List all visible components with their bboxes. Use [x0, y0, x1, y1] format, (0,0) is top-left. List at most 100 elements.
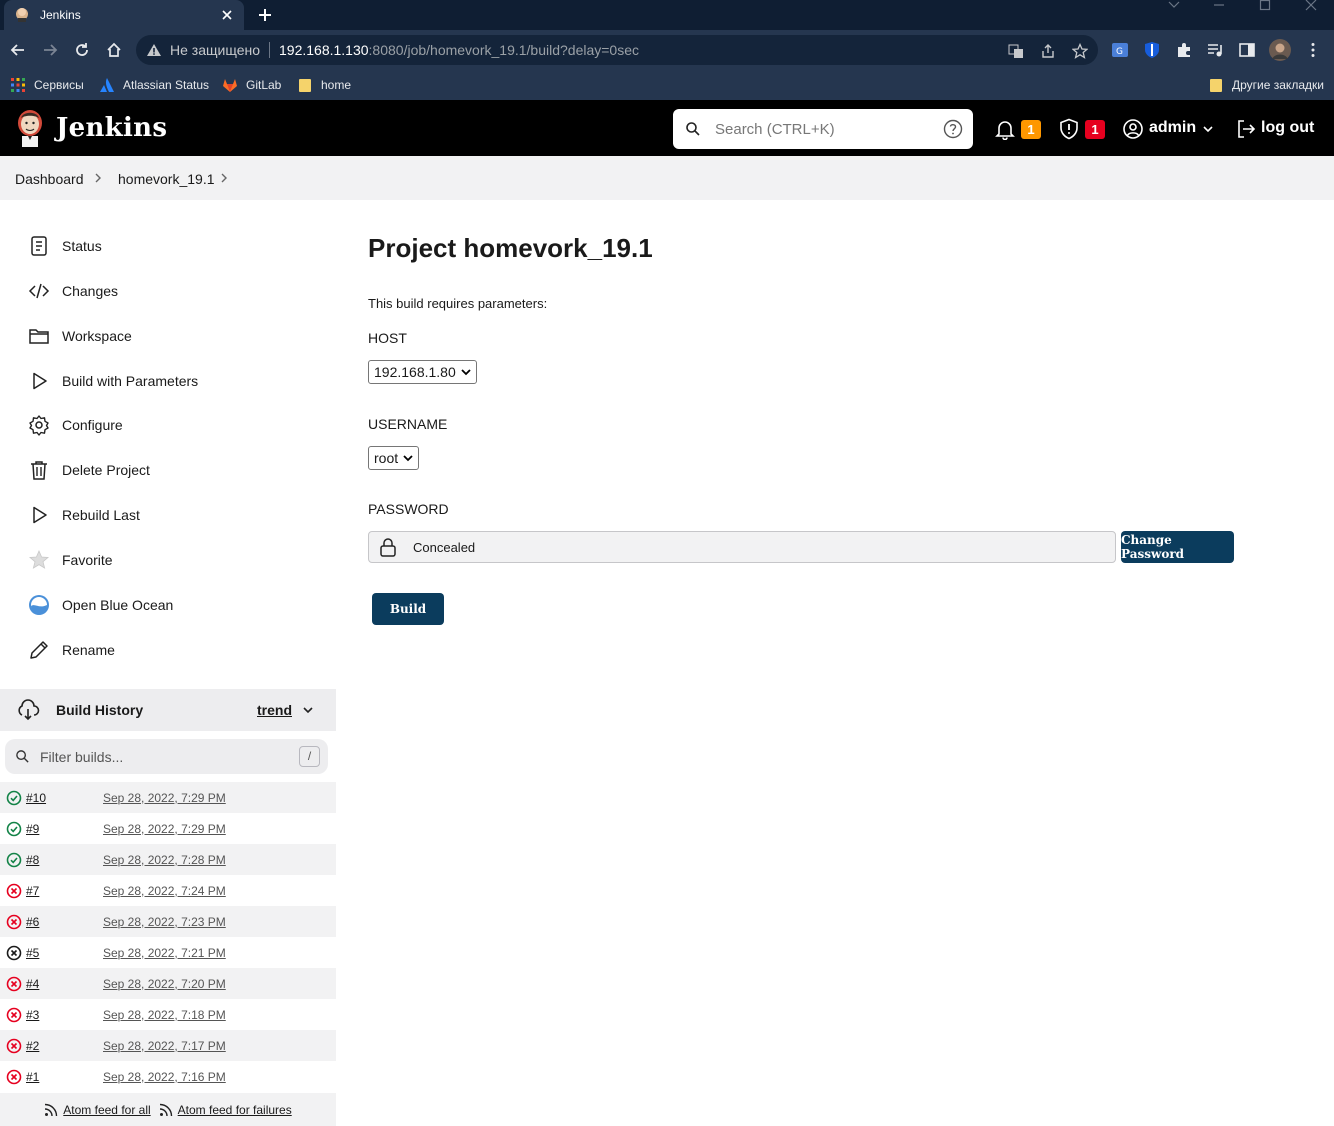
- notifications-badge[interactable]: 1: [1021, 120, 1041, 139]
- help-icon[interactable]: [943, 119, 963, 139]
- failed-x-icon[interactable]: [6, 1007, 22, 1023]
- profile-avatar-icon[interactable]: [1269, 39, 1291, 61]
- filter-builds-input[interactable]: [40, 748, 299, 765]
- bell-icon[interactable]: [994, 118, 1016, 140]
- play-icon: [28, 504, 50, 526]
- more-menu-icon[interactable]: [1304, 41, 1322, 59]
- change-password-button[interactable]: Change Password: [1121, 531, 1234, 563]
- user-icon[interactable]: [1122, 118, 1144, 140]
- bookmark-home[interactable]: home: [297, 77, 351, 93]
- success-check-icon[interactable]: [6, 821, 22, 837]
- failed-x-icon[interactable]: [6, 914, 22, 930]
- username-select[interactable]: root: [368, 446, 420, 470]
- build-button[interactable]: Build: [372, 593, 444, 625]
- chevron-right-icon[interactable]: [92, 171, 104, 185]
- forward-arrow-icon[interactable]: [41, 41, 59, 59]
- bookmark-services[interactable]: Сервисы: [10, 77, 84, 93]
- trend-link[interactable]: trend: [257, 702, 292, 718]
- media-list-icon[interactable]: [1206, 41, 1224, 59]
- breadcrumb-project[interactable]: homevork_19.1: [118, 171, 215, 187]
- logout-icon[interactable]: [1235, 118, 1257, 140]
- sidebar-item-build-with-parameters[interactable]: Build with Parameters: [28, 369, 198, 393]
- build-date-link[interactable]: Sep 28, 2022, 7:17 PM: [103, 1039, 226, 1053]
- build-date-link[interactable]: Sep 28, 2022, 7:16 PM: [103, 1070, 226, 1084]
- build-number-link[interactable]: #3: [26, 1008, 103, 1022]
- sidebar-item-open-blue-ocean[interactable]: Open Blue Ocean: [28, 593, 173, 617]
- share-icon[interactable]: [1040, 43, 1056, 59]
- bookmark-other[interactable]: Другие закладки: [1208, 77, 1324, 93]
- shield-warning-icon[interactable]: [1058, 118, 1080, 140]
- bookmark-star-icon[interactable]: [1072, 43, 1088, 59]
- url-path: :8080/job/homevork_19.1/build?delay=0sec: [368, 42, 640, 58]
- logout-link[interactable]: log out: [1261, 119, 1314, 137]
- window-close-icon[interactable]: [1305, 0, 1317, 12]
- chevron-down-icon[interactable]: [1202, 123, 1214, 135]
- sidebar-item-workspace[interactable]: Workspace: [28, 324, 132, 348]
- user-name[interactable]: admin: [1149, 119, 1196, 137]
- url-bar[interactable]: Не защищено 192.168.1.130:8080/job/homev…: [136, 35, 1098, 65]
- translate-icon[interactable]: [1008, 43, 1024, 59]
- success-check-icon[interactable]: [6, 852, 22, 868]
- minimize-icon[interactable]: [1213, 0, 1225, 12]
- close-icon[interactable]: [220, 8, 234, 22]
- build-date-link[interactable]: Sep 28, 2022, 7:29 PM: [103, 791, 226, 805]
- back-arrow-icon[interactable]: [9, 41, 27, 59]
- failed-x-icon[interactable]: [6, 1069, 22, 1085]
- warning-icon[interactable]: [146, 42, 162, 58]
- sidebar-item-delete-project[interactable]: Delete Project: [28, 458, 150, 482]
- success-check-icon[interactable]: [6, 790, 22, 806]
- google-translate-icon[interactable]: G: [1111, 41, 1129, 59]
- build-number-link[interactable]: #2: [26, 1039, 103, 1053]
- new-tab-icon[interactable]: [256, 6, 274, 24]
- bookmark-atlassian-status[interactable]: Atlassian Status: [99, 77, 209, 93]
- browser-tab[interactable]: Jenkins: [4, 0, 244, 30]
- insecure-label[interactable]: Не защищено: [170, 42, 260, 58]
- chevron-right-icon[interactable]: [218, 171, 230, 185]
- aborted-x-icon[interactable]: [6, 945, 22, 961]
- build-date-link[interactable]: Sep 28, 2022, 7:24 PM: [103, 884, 226, 898]
- atom-feed-all-label: Atom feed for all: [63, 1102, 151, 1117]
- home-icon[interactable]: [105, 41, 123, 59]
- sidebar-item-status[interactable]: Status: [28, 234, 102, 258]
- jenkins-logo-link[interactable]: Jenkins: [14, 108, 167, 148]
- build-date-link[interactable]: Sep 28, 2022, 7:28 PM: [103, 853, 226, 867]
- reload-icon[interactable]: [73, 41, 91, 59]
- build-date-link[interactable]: Sep 28, 2022, 7:29 PM: [103, 822, 226, 836]
- build-number-link[interactable]: #5: [26, 946, 103, 960]
- atom-feed-all-link[interactable]: Atom feed for all: [44, 1102, 151, 1117]
- bookmark-gitlab[interactable]: GitLab: [222, 77, 281, 93]
- sidebar-item-rebuild-last[interactable]: Rebuild Last: [28, 503, 140, 527]
- breadcrumb-dashboard[interactable]: Dashboard: [15, 171, 84, 187]
- failed-x-icon[interactable]: [6, 976, 22, 992]
- maximize-icon[interactable]: [1259, 0, 1271, 12]
- build-date-link[interactable]: Sep 28, 2022, 7:23 PM: [103, 915, 226, 929]
- side-panel-icon[interactable]: [1238, 41, 1256, 59]
- failed-x-icon[interactable]: [6, 1038, 22, 1054]
- shield-extension-icon[interactable]: [1143, 41, 1161, 59]
- build-number-link[interactable]: #4: [26, 977, 103, 991]
- lock-icon: [380, 538, 396, 557]
- sidebar-item-changes[interactable]: Changes: [28, 279, 118, 303]
- build-number-link[interactable]: #7: [26, 884, 103, 898]
- build-number-link[interactable]: #9: [26, 822, 103, 836]
- filter-builds[interactable]: /: [5, 739, 328, 774]
- security-badge[interactable]: 1: [1085, 120, 1105, 139]
- sidebar-item-favorite[interactable]: Favorite: [28, 548, 113, 572]
- search-input[interactable]: [715, 120, 943, 138]
- chevron-down-icon[interactable]: [1167, 0, 1181, 12]
- atom-feed-failures-link[interactable]: Atom feed for failures: [159, 1103, 292, 1117]
- build-date-link[interactable]: Sep 28, 2022, 7:18 PM: [103, 1008, 226, 1022]
- sidebar-item-configure[interactable]: Configure: [28, 413, 123, 437]
- failed-x-icon[interactable]: [6, 883, 22, 899]
- sidebar-item-rename[interactable]: Rename: [28, 638, 115, 662]
- build-number-link[interactable]: #8: [26, 853, 103, 867]
- puzzle-extensions-icon[interactable]: [1175, 41, 1193, 59]
- build-date-link[interactable]: Sep 28, 2022, 7:20 PM: [103, 977, 226, 991]
- host-select[interactable]: 192.168.1.80: [368, 360, 477, 384]
- build-number-link[interactable]: #1: [26, 1070, 103, 1084]
- search-box[interactable]: [673, 109, 973, 149]
- build-date-link[interactable]: Sep 28, 2022, 7:21 PM: [103, 946, 226, 960]
- build-number-link[interactable]: #6: [26, 915, 103, 929]
- build-number-link[interactable]: #10: [26, 791, 103, 805]
- chevron-down-icon[interactable]: [302, 704, 314, 716]
